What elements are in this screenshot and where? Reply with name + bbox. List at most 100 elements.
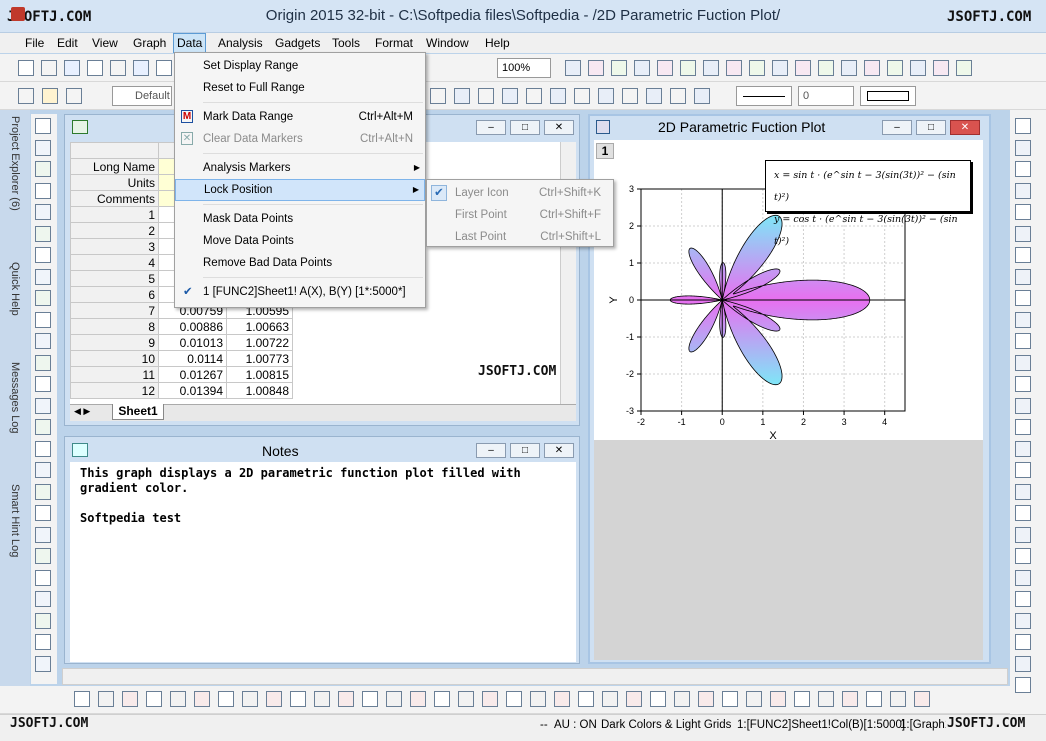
- toolbar-button-icon[interactable]: [18, 88, 34, 104]
- cell-b[interactable]: 1.00773: [226, 350, 293, 367]
- toolbar-button-icon[interactable]: [698, 691, 714, 707]
- tool-button-icon[interactable]: [35, 333, 51, 349]
- tool-button-icon[interactable]: [1015, 290, 1031, 306]
- toolbar-button-icon[interactable]: [626, 691, 642, 707]
- toolbar-button-icon[interactable]: [887, 60, 903, 76]
- tool-button-icon[interactable]: [35, 225, 51, 242]
- toolbar-button-icon[interactable]: [670, 88, 686, 104]
- toolbar-button-icon[interactable]: [866, 691, 882, 707]
- tool-button-icon[interactable]: [1015, 139, 1031, 156]
- toolbar-button-icon[interactable]: [933, 60, 949, 76]
- cell-a[interactable]: 0.01394: [158, 382, 227, 399]
- tool-button-icon[interactable]: [1015, 354, 1031, 371]
- toolbar-button-icon[interactable]: [795, 60, 811, 76]
- font-select[interactable]: Default: [112, 86, 172, 106]
- toolbar-button-icon[interactable]: [772, 60, 788, 76]
- menu-item-1-func2-sheet1-a-x-b-y-1-5000[interactable]: 1 [FUNC2]Sheet1! A(X), B(Y) [1*:5000*] ✔: [175, 281, 425, 303]
- tool-button-icon[interactable]: [35, 268, 51, 285]
- toolbar-button-icon[interactable]: [133, 60, 149, 76]
- toolbar-button-icon[interactable]: [578, 691, 594, 707]
- tool-button-icon[interactable]: [35, 591, 51, 607]
- tool-button-icon[interactable]: [1015, 182, 1031, 199]
- tool-button-icon[interactable]: [1015, 204, 1031, 220]
- toolbar-button-icon[interactable]: [726, 60, 742, 76]
- toolbar-button-icon[interactable]: [434, 691, 450, 707]
- toolbar-button-icon[interactable]: [914, 691, 930, 707]
- toolbar-button-icon[interactable]: [266, 691, 282, 707]
- menu-window[interactable]: Window: [423, 33, 472, 53]
- tool-button-icon[interactable]: [1015, 655, 1031, 672]
- tool-button-icon[interactable]: [1015, 462, 1031, 478]
- toolbar-button-icon[interactable]: [64, 60, 80, 76]
- tab-quick-help[interactable]: Quick Help: [9, 262, 21, 316]
- toolbar-button-icon[interactable]: [454, 88, 470, 104]
- menu-item-mark-data-range[interactable]: Mark Data Range Ctrl+Alt+M M: [175, 106, 425, 128]
- toolbar-button-icon[interactable]: [122, 691, 138, 707]
- tool-button-icon[interactable]: [35, 247, 51, 263]
- toolbar-button-icon[interactable]: [749, 60, 765, 76]
- submenu-item-first-point[interactable]: First Point Ctrl+Shift+F: [427, 204, 613, 226]
- toolbar-button-icon[interactable]: [770, 691, 786, 707]
- menu-graph[interactable]: Graph: [130, 33, 169, 53]
- toolbar-button-icon[interactable]: [841, 60, 857, 76]
- menu-item-clear-data-markers[interactable]: Clear Data Markers Ctrl+Alt+N ✕: [175, 128, 425, 150]
- tool-button-icon[interactable]: [35, 483, 51, 500]
- menu-tools[interactable]: Tools: [329, 33, 363, 53]
- sheet-tab[interactable]: Sheet1: [112, 404, 164, 420]
- tool-button-icon[interactable]: [1015, 376, 1031, 392]
- toolbar-button-icon[interactable]: [956, 60, 972, 76]
- menu-help[interactable]: Help: [482, 33, 513, 53]
- workbook-maximize-button[interactable]: □: [510, 120, 540, 135]
- cell-a[interactable]: 0.01267: [158, 366, 227, 383]
- submenu-item-layer-icon[interactable]: Layer Icon Ctrl+Shift+K ✔: [427, 182, 613, 204]
- toolbar-button-icon[interactable]: [864, 60, 880, 76]
- tab-smart-hint-log[interactable]: Smart Hint Log: [9, 484, 21, 557]
- tool-button-icon[interactable]: [35, 290, 51, 306]
- tool-button-icon[interactable]: [35, 182, 51, 199]
- toolbar-button-icon[interactable]: [410, 691, 426, 707]
- tool-button-icon[interactable]: [35, 397, 51, 414]
- tool-button-icon[interactable]: [1015, 419, 1031, 435]
- mdi-hscrollbar[interactable]: [62, 668, 1008, 685]
- toolbar-button-icon[interactable]: [694, 88, 710, 104]
- toolbar-button-icon[interactable]: [634, 60, 650, 76]
- toolbar-button-icon[interactable]: [430, 88, 446, 104]
- workbook-close-button[interactable]: ✕: [544, 120, 574, 135]
- toolbar-button-icon[interactable]: [362, 691, 378, 707]
- cell-b[interactable]: 1.00848: [226, 382, 293, 399]
- graph-maximize-button[interactable]: □: [916, 120, 946, 135]
- menu-view[interactable]: View: [89, 33, 121, 53]
- menu-item-mask-data-points[interactable]: Mask Data Points: [175, 208, 425, 230]
- toolbar-button-icon[interactable]: [290, 691, 306, 707]
- tool-button-icon[interactable]: [35, 161, 51, 177]
- tool-button-icon[interactable]: [35, 419, 51, 435]
- tool-button-icon[interactable]: [35, 505, 51, 521]
- tool-button-icon[interactable]: [35, 526, 51, 543]
- toolbar-button-icon[interactable]: [722, 691, 738, 707]
- toolbar-button-icon[interactable]: [156, 60, 172, 76]
- toolbar-button-icon[interactable]: [170, 691, 186, 707]
- toolbar-button-icon[interactable]: [218, 691, 234, 707]
- tool-button-icon[interactable]: [35, 139, 51, 156]
- tool-button-icon[interactable]: [1015, 591, 1031, 607]
- menu-item-set-display-range[interactable]: Set Display Range: [175, 55, 425, 77]
- toolbar-button-icon[interactable]: [550, 88, 566, 104]
- tool-button-icon[interactable]: [35, 548, 51, 564]
- toolbar-button-icon[interactable]: [565, 60, 581, 76]
- menu-gadgets[interactable]: Gadgets: [272, 33, 323, 53]
- tool-button-icon[interactable]: [35, 204, 51, 220]
- menu-analysis[interactable]: Analysis: [215, 33, 266, 53]
- toolbar-button-icon[interactable]: [146, 691, 162, 707]
- toolbar-button-icon[interactable]: [530, 691, 546, 707]
- cell-b[interactable]: 1.00722: [226, 334, 293, 351]
- tool-button-icon[interactable]: [1015, 569, 1031, 586]
- tool-button-icon[interactable]: [1015, 268, 1031, 285]
- toolbar-button-icon[interactable]: [588, 60, 604, 76]
- toolbar-button-icon[interactable]: [794, 691, 810, 707]
- toolbar-button-icon[interactable]: [18, 60, 34, 76]
- toolbar-button-icon[interactable]: [478, 88, 494, 104]
- toolbar-button-icon[interactable]: [41, 60, 57, 76]
- toolbar-button-icon[interactable]: [674, 691, 690, 707]
- cell-a[interactable]: 0.0114: [158, 350, 227, 367]
- tab-messages-log[interactable]: Messages Log: [9, 362, 21, 434]
